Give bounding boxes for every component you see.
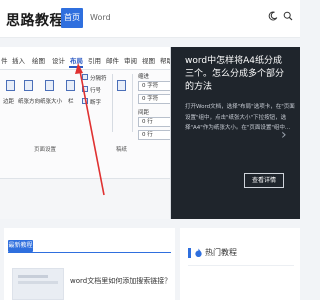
nav-word[interactable]: Word bbox=[90, 8, 111, 28]
nav-home[interactable]: 首页 bbox=[61, 8, 83, 28]
ribbon-label: 行号 bbox=[90, 88, 102, 94]
breaks-icon bbox=[82, 74, 88, 80]
hot-accent-bar bbox=[188, 248, 191, 258]
search-icon[interactable] bbox=[283, 11, 293, 21]
hero-title[interactable]: word中怎样将A4纸分成三个。怎么分成多个部分的方法 bbox=[185, 55, 290, 94]
line-numbers-icon bbox=[82, 86, 88, 92]
article-title[interactable]: word文档里如何添加搜索链接？ bbox=[70, 276, 175, 286]
latest-tutorials-section: 最新教程 word文档里如何添加搜索链接？ bbox=[4, 228, 175, 300]
thumbnail-decoration bbox=[18, 275, 48, 278]
ribbon-label: 纸张方向 bbox=[18, 99, 41, 105]
hot-tutorials-section: 热门教程 bbox=[180, 228, 300, 300]
margins-icon bbox=[6, 80, 15, 91]
menu-item: 视图 bbox=[142, 57, 155, 65]
menu-item: 绘图 bbox=[32, 57, 45, 65]
hero-slider[interactable]: 件 插入 绘图 设计 布局 引用 邮件 审阅 视图 帮助 边距 纸张方向 纸张大… bbox=[0, 47, 300, 219]
orientation-icon bbox=[24, 80, 33, 91]
columns-icon bbox=[66, 80, 75, 91]
menu-item: 件 bbox=[1, 57, 8, 65]
menu-item: 插入 bbox=[12, 57, 25, 65]
draft-group-label: 稿纸 bbox=[116, 147, 128, 153]
view-details-button[interactable]: 查看详情 bbox=[244, 173, 284, 188]
draft-paper-icon bbox=[117, 80, 126, 91]
hero-screenshot: 件 插入 绘图 设计 布局 引用 邮件 审阅 视图 帮助 边距 纸张方向 纸张大… bbox=[0, 47, 171, 219]
ribbon-divider bbox=[132, 74, 133, 132]
ribbon-label: 纸张大小 bbox=[40, 99, 63, 105]
latest-tutorials-tag: 最新教程 bbox=[8, 240, 33, 252]
menu-item: 设计 bbox=[52, 57, 65, 65]
hyphenation-icon bbox=[82, 98, 88, 104]
ribbon-label: 缩进 bbox=[138, 74, 150, 80]
article-thumbnail[interactable] bbox=[12, 268, 64, 300]
paper-size-icon bbox=[45, 80, 54, 91]
document-area bbox=[0, 179, 170, 219]
spacing-before-field: 0 行 bbox=[138, 117, 170, 127]
menu-item: 引用 bbox=[88, 57, 101, 65]
active-tab-underline bbox=[69, 66, 83, 68]
ribbon-label: 边距 bbox=[3, 99, 15, 105]
ribbon-label: 分隔符 bbox=[90, 76, 107, 82]
ribbon-divider bbox=[112, 74, 113, 132]
ribbon-label: 间距 bbox=[138, 110, 150, 116]
menu-item-active: 布局 bbox=[70, 57, 83, 65]
menu-item: 审阅 bbox=[124, 57, 137, 65]
ribbon-label: 栏 bbox=[68, 99, 74, 105]
ribbon-label: 断字 bbox=[90, 100, 102, 106]
section-divider bbox=[8, 252, 171, 253]
hot-tutorials-title: 热门教程 bbox=[205, 248, 237, 257]
menu-item: 邮件 bbox=[106, 57, 119, 65]
spacing-after-field: 0 行 bbox=[138, 130, 170, 140]
hero-info-panel: word中怎样将A4纸分成三个。怎么分成多个部分的方法 打开Word文档，选择"… bbox=[171, 47, 300, 219]
dark-mode-icon[interactable] bbox=[268, 11, 278, 21]
menu-item: 帮助 bbox=[160, 57, 170, 65]
page-setup-group-label: 页面设置 bbox=[34, 147, 57, 153]
word-menubar: 件 插入 绘图 设计 布局 引用 邮件 审阅 视图 帮助 bbox=[0, 53, 170, 68]
section-divider bbox=[188, 265, 294, 266]
thumbnail-decoration bbox=[18, 281, 58, 284]
chevron-right-icon[interactable]: › bbox=[281, 127, 287, 143]
indent-left-field: 0 字符 bbox=[138, 81, 170, 91]
flame-icon bbox=[195, 248, 202, 257]
word-ribbon: 边距 纸张方向 纸张大小 栏 分隔符 行号 断字 缩进 0 字符 0 字符 间距… bbox=[0, 69, 170, 179]
indent-right-field: 0 字符 bbox=[138, 94, 170, 104]
site-header: 思路教程网 首页 Word bbox=[0, 0, 300, 38]
